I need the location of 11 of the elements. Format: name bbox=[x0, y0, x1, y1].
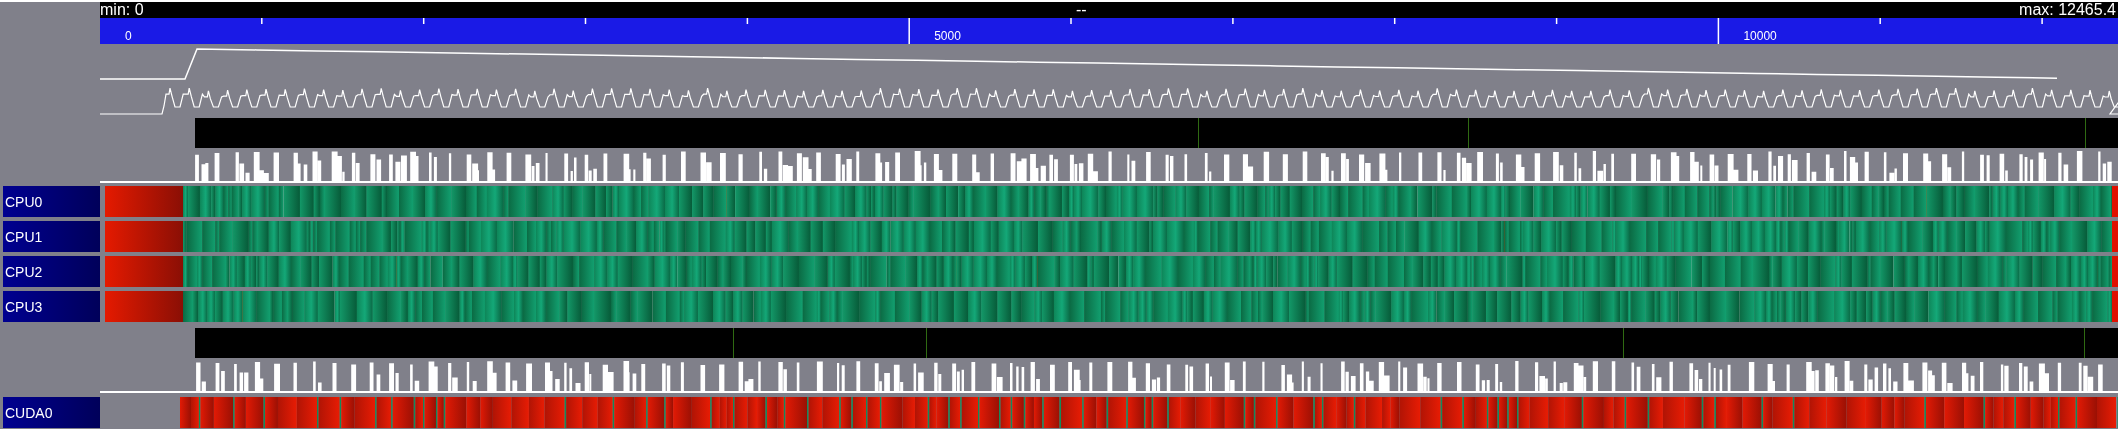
track-label[interactable]: CPU3 bbox=[3, 291, 100, 322]
center-label: -- bbox=[1076, 2, 1087, 18]
ruler-tick-label: 10000 bbox=[1743, 30, 1777, 43]
track-label[interactable]: CUDA0 bbox=[3, 397, 100, 428]
track-label[interactable]: CPU0 bbox=[3, 186, 100, 217]
min-label: min: 0 bbox=[100, 2, 144, 18]
ruler-tick-label: 5000 bbox=[934, 30, 961, 43]
track-label[interactable]: CPU2 bbox=[3, 256, 100, 287]
ruler-tick-label: 0 bbox=[125, 30, 132, 43]
track-label[interactable]: CPU1 bbox=[3, 221, 100, 252]
max-label: max: 12465.4 bbox=[2019, 2, 2116, 18]
